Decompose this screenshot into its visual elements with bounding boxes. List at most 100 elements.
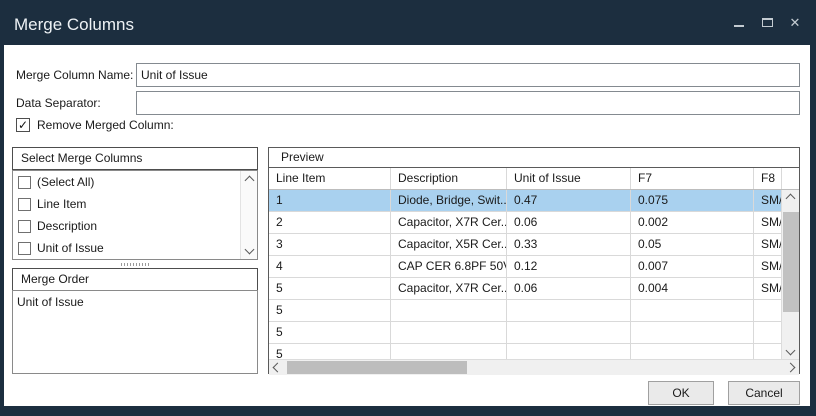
checkbox-icon[interactable] — [18, 176, 31, 189]
grid-horizontal-scrollbar[interactable] — [269, 359, 799, 375]
option-label: Unit of Issue — [37, 241, 104, 255]
data-separator-label: Data Separator: — [16, 91, 101, 115]
cell: 0.12 — [507, 256, 631, 277]
cell: 0.004 — [631, 278, 754, 299]
scroll-right-icon[interactable] — [786, 363, 796, 373]
scroll-up-icon[interactable] — [245, 176, 255, 186]
cell: SM/C — [754, 256, 781, 277]
cell — [754, 322, 781, 343]
dialog-body: Merge Column Name: Data Separator: ✓ Rem… — [4, 45, 810, 406]
ok-button[interactable]: OK — [648, 381, 714, 405]
cell — [507, 300, 631, 321]
scroll-down-icon[interactable] — [245, 245, 255, 255]
grid-vertical-scrollbar[interactable] — [781, 190, 799, 359]
checkbox-icon[interactable] — [18, 220, 31, 233]
checkbox-icon[interactable] — [18, 198, 31, 211]
cell — [391, 300, 507, 321]
panel-splitter[interactable] — [12, 261, 258, 267]
close-icon: ✕ — [790, 16, 801, 30]
maximize-button[interactable] — [760, 16, 774, 30]
option-label: (Select All) — [37, 175, 94, 189]
cell: 5 — [269, 322, 391, 343]
remove-merged-column-label: Remove Merged Column: — [37, 118, 174, 132]
splitter-grip-icon — [121, 263, 149, 266]
cell — [754, 344, 781, 359]
table-row[interactable]: 2 Capacitor, X7R Cer... 0.06 0.002 SM/C — [269, 212, 781, 234]
cell: SM/C — [754, 234, 781, 255]
close-button[interactable]: ✕ — [788, 16, 802, 30]
table-row[interactable]: 4 CAP CER 6.8PF 50V... 0.12 0.007 SM/C — [269, 256, 781, 278]
merge-order-item[interactable]: Unit of Issue — [13, 291, 257, 309]
column-header-description[interactable]: Description — [391, 168, 507, 189]
horizontal-scroll-thumb[interactable] — [287, 361, 467, 374]
column-header-f8[interactable]: F8 — [754, 168, 781, 189]
preview-panel: Preview Line Item Description Unit of Is… — [268, 147, 800, 374]
cell: Capacitor, X5R Cer... — [391, 234, 507, 255]
merge-column-option-partial[interactable] — [13, 259, 257, 260]
remove-merged-column-checkbox-row[interactable]: ✓ Remove Merged Column: — [16, 117, 174, 133]
window-title: Merge Columns — [14, 15, 134, 35]
cell: 0.05 — [631, 234, 754, 255]
cell: 5 — [269, 278, 391, 299]
cell: 0.06 — [507, 278, 631, 299]
checkbox-icon[interactable] — [18, 242, 31, 255]
cell — [507, 344, 631, 359]
cell: 0.06 — [507, 212, 631, 233]
column-header-line-item[interactable]: Line Item — [269, 168, 391, 189]
scroll-down-icon[interactable] — [786, 346, 796, 356]
scroll-up-icon[interactable] — [786, 194, 796, 204]
cell — [631, 344, 754, 359]
table-row[interactable]: 5 Capacitor, X7R Cer... 0.06 0.004 SM/C — [269, 278, 781, 300]
grid-rows: 1 Diode, Bridge, Swit... 0.47 0.075 SM/S… — [269, 190, 781, 359]
column-header-unit-of-issue[interactable]: Unit of Issue — [507, 168, 631, 189]
cell: 0.007 — [631, 256, 754, 277]
cell — [631, 300, 754, 321]
table-row[interactable]: 5 — [269, 300, 781, 322]
cell: Capacitor, X7R Cer... — [391, 278, 507, 299]
cell: 0.075 — [631, 190, 754, 211]
window-controls: ✕ — [732, 0, 802, 45]
merge-column-option-unit-of-issue[interactable]: Unit of Issue — [13, 237, 257, 259]
cancel-button[interactable]: Cancel — [728, 381, 800, 405]
cell: 0.33 — [507, 234, 631, 255]
vertical-scroll-thumb[interactable] — [783, 212, 799, 312]
preview-title: Preview — [269, 148, 799, 168]
cell — [754, 300, 781, 321]
cell: 5 — [269, 344, 391, 359]
option-label: Description — [37, 219, 97, 233]
select-merge-columns-list: (Select All) Line Item Description Unit … — [12, 170, 258, 260]
cell: Diode, Bridge, Swit... — [391, 190, 507, 211]
maximize-icon — [762, 18, 773, 27]
cell — [391, 344, 507, 359]
merge-column-name-label: Merge Column Name: — [16, 63, 133, 87]
grid-header-row: Line Item Description Unit of Issue F7 F… — [269, 168, 799, 190]
cell: 4 — [269, 256, 391, 277]
cell: 5 — [269, 300, 391, 321]
option-label: Line Item — [37, 197, 86, 211]
merge-column-option-line-item[interactable]: Line Item — [13, 193, 257, 215]
cell — [391, 322, 507, 343]
merge-column-option-description[interactable]: Description — [13, 215, 257, 237]
merge-column-name-input[interactable] — [136, 63, 800, 87]
titlebar: Merge Columns ✕ — [0, 0, 816, 45]
cell: 1 — [269, 190, 391, 211]
cell: Capacitor, X7R Cer... — [391, 212, 507, 233]
table-row[interactable]: 1 Diode, Bridge, Swit... 0.47 0.075 SM/S — [269, 190, 781, 212]
minimize-button[interactable] — [732, 16, 746, 30]
table-row[interactable]: 5 — [269, 344, 781, 359]
data-separator-input[interactable] — [136, 91, 800, 115]
checkbox-checked-icon[interactable]: ✓ — [16, 118, 30, 132]
table-row[interactable]: 5 — [269, 322, 781, 344]
cell: 0.47 — [507, 190, 631, 211]
merge-order-header: Merge Order — [12, 268, 258, 291]
cell: 0.002 — [631, 212, 754, 233]
select-merge-columns-header: Select Merge Columns — [12, 147, 258, 170]
cell: SM/S — [754, 190, 781, 211]
cell: SM/C — [754, 212, 781, 233]
table-row[interactable]: 3 Capacitor, X5R Cer... 0.33 0.05 SM/C — [269, 234, 781, 256]
column-header-f7[interactable]: F7 — [631, 168, 754, 189]
list-vertical-scrollbar[interactable] — [240, 171, 257, 259]
cell: 2 — [269, 212, 391, 233]
merge-column-option-select-all[interactable]: (Select All) — [13, 171, 257, 193]
scroll-left-icon[interactable] — [273, 363, 283, 373]
